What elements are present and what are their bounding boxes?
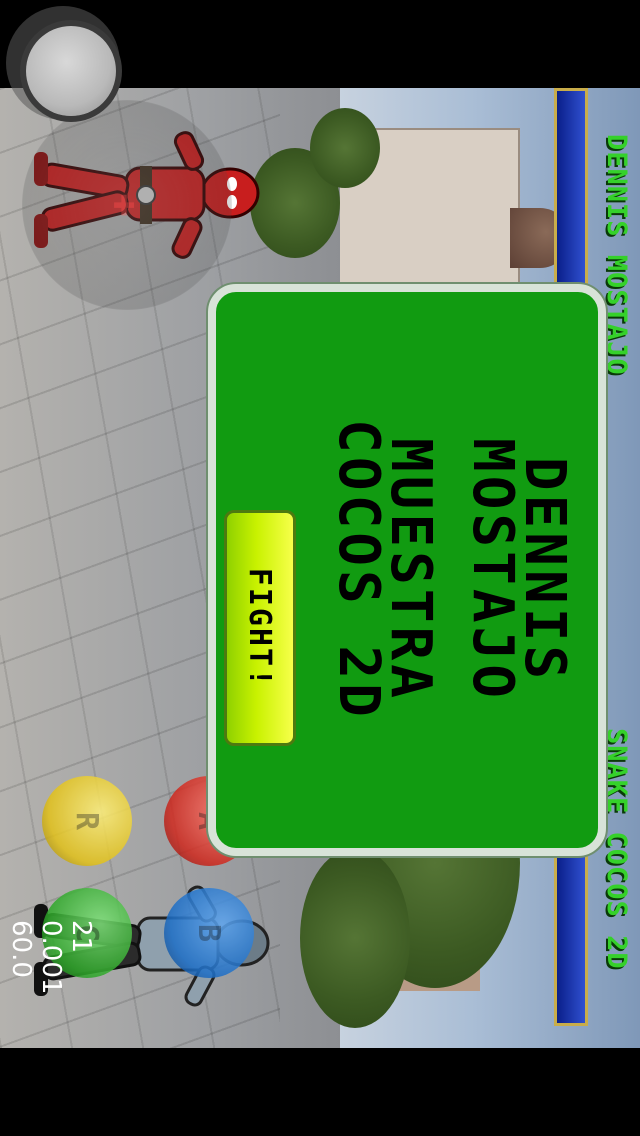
- intro-dialog: DENNIS MOSTAJO MUESTRA COCOS 2D FIGHT!: [208, 284, 606, 856]
- fight-button[interactable]: FIGHT!: [224, 510, 296, 746]
- dpad[interactable]: ✚: [22, 100, 232, 310]
- tree: [310, 108, 380, 188]
- game-stage[interactable]: DENNIS MOSTAJO SNAKE COCOS 2D B C A R ✚ …: [0, 88, 640, 1048]
- joystick[interactable]: [6, 6, 120, 120]
- fps-stats: 21 0.001 60.0: [6, 920, 96, 1038]
- button-r-icon: R: [69, 811, 105, 831]
- fight-button-label: FIGHT!: [242, 567, 278, 689]
- button-b-icon: B: [191, 923, 227, 943]
- dpad-arrows-icon: ✚: [104, 192, 150, 218]
- dialog-line-2: MOSTAJO: [460, 437, 525, 702]
- joystick-icon[interactable]: [26, 26, 116, 116]
- stats-draw-calls: 21: [66, 920, 96, 954]
- stats-fps: 60.0: [6, 920, 36, 978]
- stats-frame-time: 0.001: [36, 920, 66, 995]
- dialog-line-4: COCOS 2D: [326, 419, 391, 721]
- button-b[interactable]: B: [164, 888, 254, 978]
- button-r[interactable]: R: [42, 776, 132, 866]
- tree: [300, 848, 410, 1028]
